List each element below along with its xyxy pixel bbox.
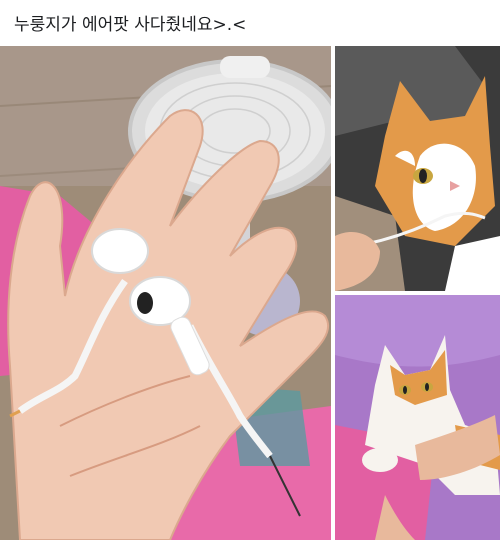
cat-biting-cable-illustration <box>335 46 500 291</box>
cat-on-blanket-illustration <box>335 295 500 540</box>
photo-hand-earphones[interactable] <box>0 46 331 540</box>
post-caption: 누룽지가 에어팟 사다줬네요>.< <box>14 15 247 35</box>
hand-earphones-illustration <box>0 46 331 540</box>
post-container: 누룽지가 에어팟 사다줬네요>.< <box>0 0 500 540</box>
photo-cat-on-blanket[interactable] <box>335 295 500 540</box>
photo-cat-biting-cable[interactable] <box>335 46 500 291</box>
photo-grid <box>0 46 500 540</box>
